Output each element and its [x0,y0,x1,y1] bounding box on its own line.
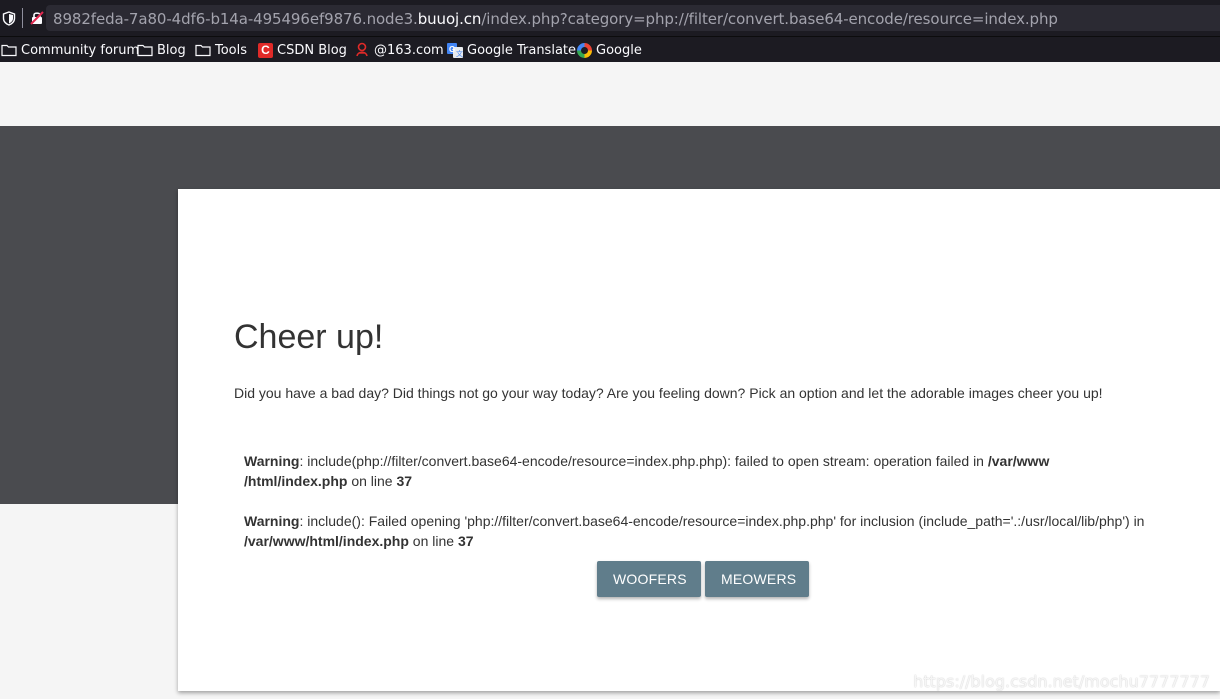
page-title: Cheer up! [234,318,384,356]
bookmark-label: Community forum [21,42,140,58]
warning-line-number: 37 [396,473,413,489]
url-bar: 8982feda-7a80-4df6-b14a-495496ef9876.nod… [0,0,1220,36]
bookmark-label: Google [596,42,642,58]
bookmark-google-translate[interactable]: G 文 Google Translate [447,41,576,59]
url-path: /index.php?category=php://filter/convert… [481,10,1058,28]
bookmarks-toolbar: Community forum Blog Tools C CSDN Blog @… [0,36,1220,62]
meowers-button[interactable]: MEOWERS [705,561,809,597]
category-buttons: WOOFERS MEOWERS [597,561,809,597]
warning-label: Warning [244,453,300,469]
bookmark-blog[interactable]: Blog [137,41,186,59]
csdn-watermark: https://blog.csdn.net/mochu7777777 [913,672,1210,691]
url-bar-separator [22,8,23,28]
tracking-protection-shield-icon[interactable] [2,11,16,26]
csdn-icon: C [258,42,273,58]
url-prefix: 8982feda-7a80-4df6-b14a-495496ef9876.nod… [53,10,418,28]
url-host: buuoj.cn [417,10,482,28]
bookmark-tools[interactable]: Tools [195,41,247,59]
bookmark-label: Blog [157,42,186,58]
warning-on-line: on line [347,473,397,489]
content-card: Cheer up! Did you have a bad day? Did th… [178,189,1220,691]
google-icon [577,42,592,58]
warning-line-number: 37 [457,533,474,549]
warning-text: : include(): Failed opening 'php://filte… [299,513,1145,529]
bookmark-google[interactable]: Google [577,41,642,59]
warning-label: Warning [244,513,300,529]
bookmark-label: Tools [215,42,248,58]
warning-path-a: /var/www [987,453,1050,469]
warning-on-line: on line [408,533,458,549]
php-warning-1: Warning: include(php://filter/convert.ba… [244,451,1194,491]
folder-icon [195,44,211,57]
insecure-connection-lock-icon[interactable] [29,10,45,26]
bookmark-163-mail[interactable]: @163.com [354,41,444,59]
svg-text:文: 文 [456,49,463,58]
warning-path: /var/www/html/index.php [244,533,409,549]
163-mail-icon [356,42,368,57]
folder-icon [137,44,153,57]
folder-icon [1,44,17,57]
bookmark-label: CSDN Blog [277,42,347,58]
bookmark-csdn-blog[interactable]: C CSDN Blog [258,41,347,59]
warning-text: : include(php://filter/convert.base64-en… [299,453,988,469]
warning-path-b: /html/index.php [244,473,348,489]
bookmark-label: Google Translate [467,42,577,58]
svg-text:G: G [449,45,455,54]
php-warning-2: Warning: include(): Failed opening 'php:… [244,511,1194,551]
google-translate-icon: G 文 [447,42,463,58]
page-lead-text: Did you have a bad day? Did things not g… [234,385,1103,401]
url-text[interactable]: 8982feda-7a80-4df6-b14a-495496ef9876.nod… [53,10,1058,28]
woofers-button[interactable]: WOOFERS [597,561,701,597]
page-top-strip [0,62,1220,126]
bookmark-community-forum[interactable]: Community forum [1,41,139,59]
bookmark-label: @163.com [374,42,444,58]
